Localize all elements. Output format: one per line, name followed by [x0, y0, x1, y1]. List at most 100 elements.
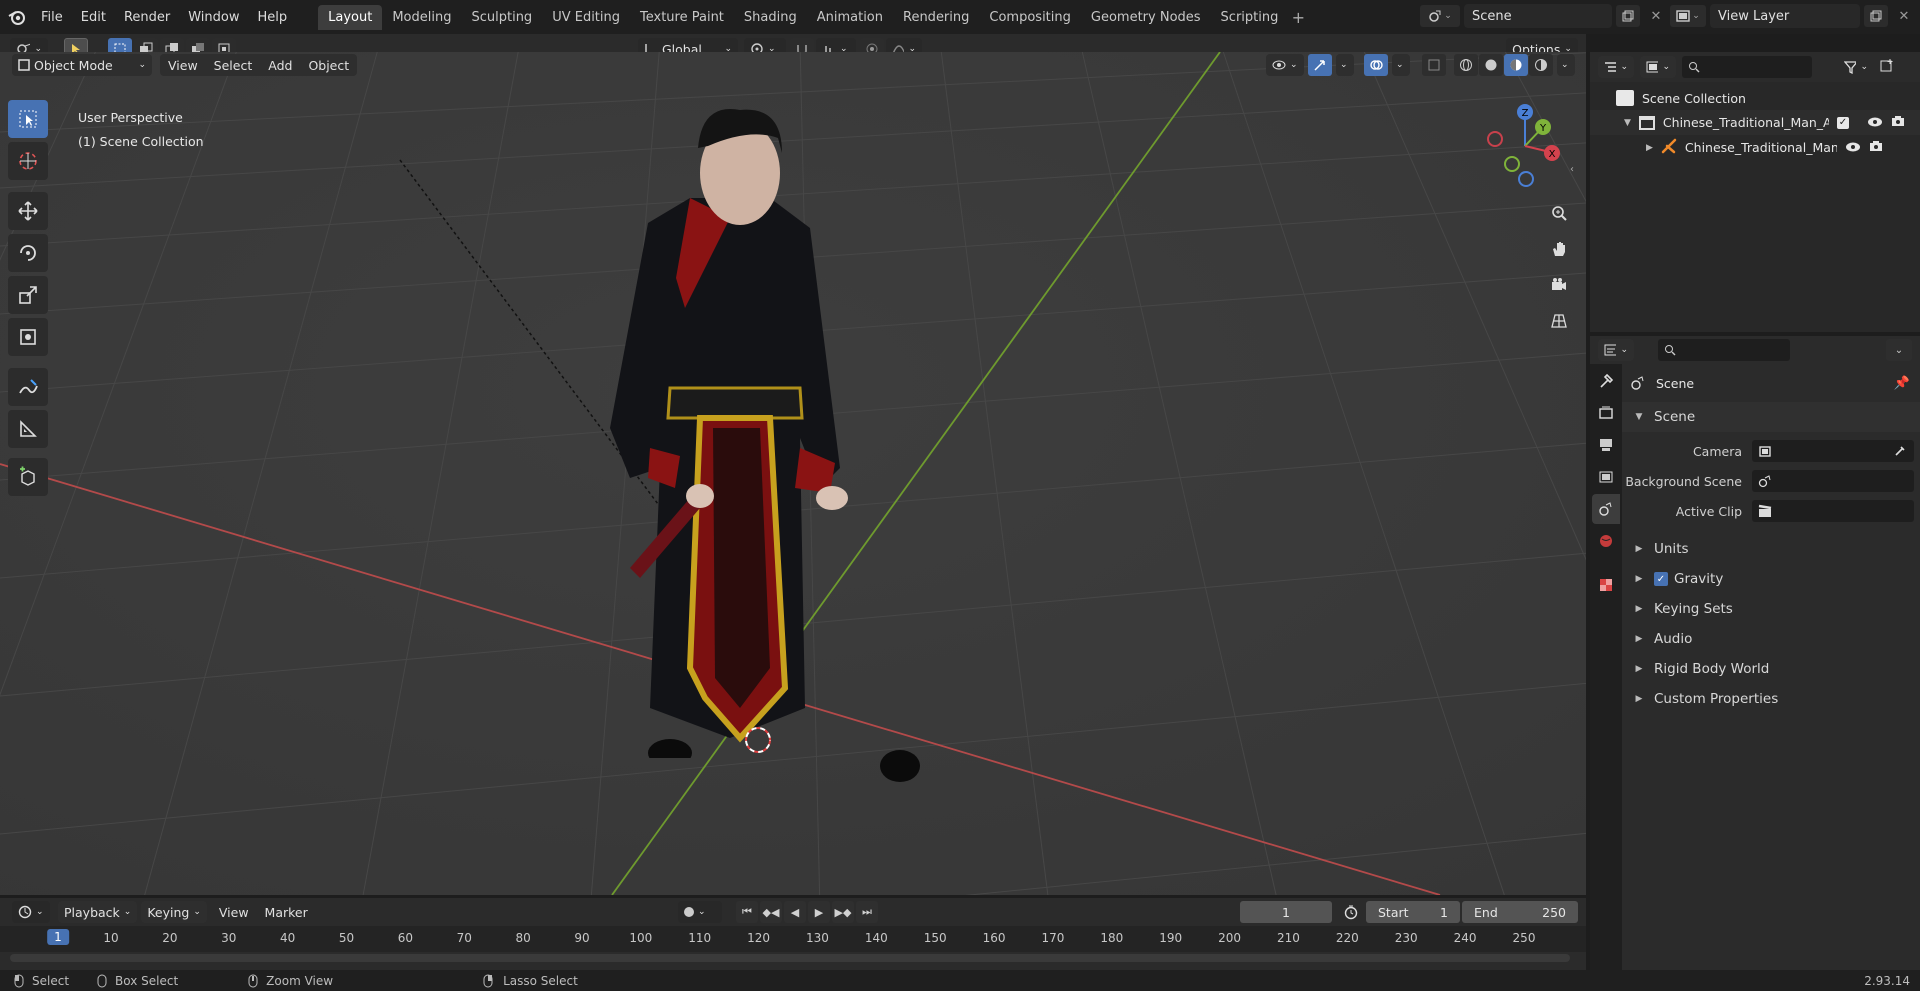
annotate-tool-icon[interactable]: [8, 368, 48, 406]
outliner-display-mode-icon[interactable]: ⌄: [1640, 56, 1676, 78]
units-panel[interactable]: ▶ Units: [1622, 534, 1920, 564]
world-tab-icon[interactable]: [1592, 526, 1620, 556]
outliner-filter-icon[interactable]: ⌄: [1838, 56, 1874, 78]
menu-help[interactable]: Help: [249, 10, 297, 25]
rendered-shading-icon[interactable]: [1529, 54, 1553, 76]
select-box-tool-icon[interactable]: [8, 100, 48, 138]
visibility-dropdown[interactable]: ⌄: [1266, 54, 1304, 76]
menu-marker[interactable]: Marker: [257, 901, 316, 923]
visibility-eye-icon[interactable]: [1867, 115, 1883, 130]
character-model[interactable]: [590, 52, 910, 758]
cursor-tool-icon[interactable]: [8, 142, 48, 180]
expand-object-icon[interactable]: ▶: [1646, 143, 1653, 153]
properties-options-icon[interactable]: ⌄: [1886, 339, 1912, 361]
texture-tab-icon[interactable]: [1592, 570, 1620, 600]
end-frame-field[interactable]: End 250: [1462, 901, 1578, 923]
material-shading-icon[interactable]: [1504, 54, 1528, 76]
play-reverse-icon[interactable]: ◀: [784, 901, 806, 923]
menu-object[interactable]: Object: [300, 54, 357, 76]
timeline-editor-type-icon[interactable]: ⌄: [12, 901, 50, 923]
menu-file[interactable]: File: [32, 10, 72, 25]
frame-ruler[interactable]: 1 10 20 30 40 50 60 70 80 90 100 110 120 130 140 150 160…: [0, 926, 1586, 952]
wireframe-shading-icon[interactable]: [1454, 54, 1478, 76]
render-camera-icon[interactable]: [1891, 115, 1905, 130]
properties-search-input[interactable]: [1658, 339, 1790, 361]
navigation-gizmo[interactable]: Z Y X: [1480, 100, 1570, 190]
overlays-toggle-icon[interactable]: [1364, 54, 1388, 76]
object-mode-dropdown[interactable]: Object Mode ⌄: [12, 54, 152, 76]
scene-remove-icon[interactable]: ✕: [1644, 5, 1668, 27]
outliner-new-collection-icon[interactable]: [1880, 58, 1894, 76]
xray-toggle-icon[interactable]: [1422, 54, 1446, 76]
pan-hand-icon[interactable]: [1544, 234, 1574, 264]
play-icon[interactable]: ▶: [808, 901, 830, 923]
tab-scripting[interactable]: Scripting: [1211, 5, 1289, 30]
menu-view[interactable]: View: [160, 54, 206, 76]
camera-view-icon[interactable]: [1544, 270, 1574, 300]
preview-range-icon[interactable]: [1340, 901, 1362, 923]
jump-keyframe-forward-icon[interactable]: ▶◆: [832, 901, 854, 923]
overlays-dropdown[interactable]: ⌄: [1392, 54, 1410, 76]
background-scene-field[interactable]: [1752, 470, 1914, 492]
transform-tool-icon[interactable]: [8, 318, 48, 356]
menu-keying[interactable]: Keying ⌄: [141, 901, 207, 923]
tab-shading[interactable]: Shading: [734, 5, 807, 30]
output-tab-icon[interactable]: [1592, 430, 1620, 460]
tab-texture-paint[interactable]: Texture Paint: [630, 5, 734, 30]
object-visibility-eye-icon[interactable]: [1845, 140, 1861, 155]
perspective-toggle-icon[interactable]: [1544, 306, 1574, 336]
tab-geometry-nodes[interactable]: Geometry Nodes: [1081, 5, 1211, 30]
scene-tab-icon[interactable]: [1592, 494, 1620, 524]
view-layer-name-field[interactable]: View Layer: [1710, 4, 1860, 28]
tab-compositing[interactable]: Compositing: [979, 5, 1081, 30]
tab-modeling[interactable]: Modeling: [382, 5, 461, 30]
jump-start-icon[interactable]: ⏮: [736, 901, 758, 923]
view-layer-browse-icon[interactable]: ⌄: [1670, 5, 1706, 27]
auto-keying-toggle[interactable]: ⌄: [678, 901, 722, 923]
scene-panel-header[interactable]: ▼ Scene: [1622, 402, 1920, 432]
menu-timeline-view[interactable]: View: [211, 901, 257, 923]
tab-layout[interactable]: Layout: [318, 4, 383, 30]
keying-sets-panel[interactable]: ▶ Keying Sets: [1622, 594, 1920, 624]
rigid-body-world-panel[interactable]: ▶ Rigid Body World: [1622, 654, 1920, 684]
add-cube-tool-icon[interactable]: [8, 458, 48, 496]
menu-window[interactable]: Window: [179, 10, 248, 25]
timeline-scrollbar[interactable]: [10, 954, 1570, 962]
audio-panel[interactable]: ▶ Audio: [1622, 624, 1920, 654]
pin-icon[interactable]: 📌: [1894, 376, 1910, 391]
view-layer-copy-icon[interactable]: [1864, 5, 1888, 27]
gizmo-toggle-icon[interactable]: [1308, 54, 1332, 76]
exclude-checkbox[interactable]: ✓: [1836, 116, 1849, 129]
tab-sculpting[interactable]: Sculpting: [461, 5, 542, 30]
menu-add[interactable]: Add: [260, 54, 300, 76]
scene-copy-icon[interactable]: [1616, 5, 1640, 27]
menu-playback[interactable]: Playback ⌄: [58, 901, 138, 923]
blender-logo-icon[interactable]: [6, 6, 28, 28]
gravity-checkbox[interactable]: ✓: [1654, 572, 1668, 586]
gravity-panel[interactable]: ▶ ✓ Gravity: [1622, 564, 1920, 594]
eyedropper-icon[interactable]: [1894, 445, 1906, 457]
rotate-tool-icon[interactable]: [8, 234, 48, 272]
outliner-collection-row[interactable]: ▼ Chinese_Traditional_Man_Agg ✓: [1590, 110, 1920, 135]
solid-shading-icon[interactable]: [1479, 54, 1503, 76]
custom-properties-panel[interactable]: ▶ Custom Properties: [1622, 684, 1920, 714]
outliner-root-row[interactable]: Scene Collection: [1590, 86, 1920, 110]
outliner-object-row[interactable]: ▶ Chinese_Traditional_Man: [1590, 135, 1920, 160]
move-tool-icon[interactable]: [8, 192, 48, 230]
add-workspace-button[interactable]: +: [1288, 7, 1308, 27]
jump-keyframe-back-icon[interactable]: ◆◀: [760, 901, 782, 923]
3d-cursor-icon[interactable]: [740, 722, 776, 758]
view-layer-remove-icon[interactable]: ✕: [1892, 5, 1916, 27]
sidebar-toggle-icon[interactable]: ‹: [1570, 164, 1574, 175]
start-frame-field[interactable]: Start 1: [1366, 901, 1460, 923]
jump-end-icon[interactable]: ⏭: [856, 901, 878, 923]
tab-animation[interactable]: Animation: [807, 5, 893, 30]
render-tab-icon[interactable]: [1592, 398, 1620, 428]
expand-collection-icon[interactable]: ▼: [1624, 118, 1631, 128]
scene-name-field[interactable]: Scene: [1464, 4, 1612, 28]
properties-editor-type-icon[interactable]: ⌄: [1598, 339, 1634, 361]
shading-dropdown[interactable]: ⌄: [1557, 54, 1575, 76]
menu-render[interactable]: Render: [115, 10, 179, 25]
tool-tab-icon[interactable]: [1592, 366, 1620, 396]
object-render-camera-icon[interactable]: [1869, 140, 1883, 155]
